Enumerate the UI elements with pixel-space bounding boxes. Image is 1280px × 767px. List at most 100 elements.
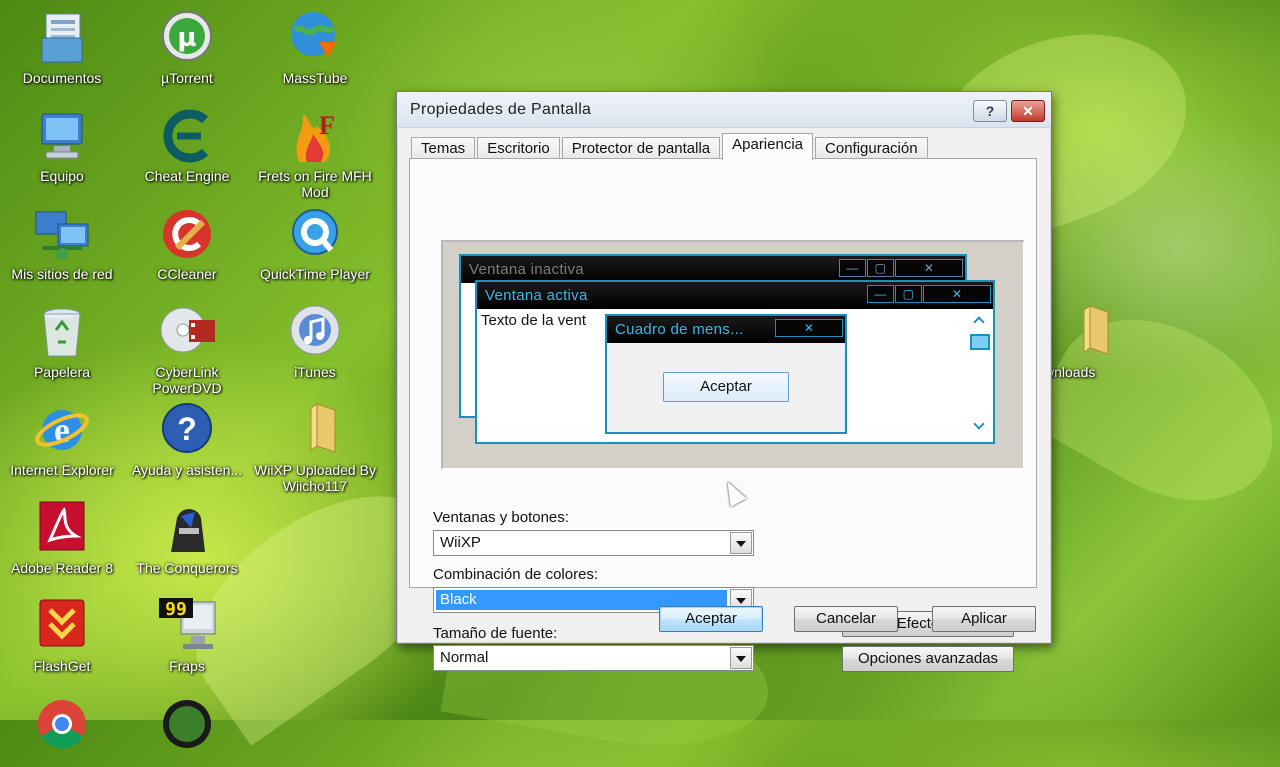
- minimize-icon: —: [867, 285, 894, 303]
- preview-scrollbar: [969, 312, 991, 438]
- network-places-icon: [32, 204, 92, 264]
- cheat-engine-icon: [157, 106, 217, 166]
- preview-message-buttons: ✕: [774, 319, 843, 337]
- advanced-options-button[interactable]: Opciones avanzadas: [842, 646, 1014, 672]
- desktop-icon-adobe-reader[interactable]: Adobe Reader 8: [0, 498, 124, 576]
- scroll-down-icon: [973, 418, 985, 430]
- desktop-icon-utorrent[interactable]: µ µTorrent: [125, 8, 249, 86]
- desktop-icon-label: Ayuda y asisten...: [131, 462, 243, 478]
- close-icon: ✕: [923, 285, 991, 303]
- desktop-icon-label: Cheat Engine: [144, 168, 230, 184]
- desktop-icon-label: Frets on Fire MFH Mod: [258, 168, 372, 200]
- close-icon: ✕: [895, 259, 963, 277]
- preview-active-buttons: — ▢ ✕: [866, 285, 991, 303]
- desktop-icon-label: MassTube: [282, 70, 348, 86]
- font-size-label: Tamaño de fuente:: [433, 625, 558, 642]
- chrome-icon: [32, 694, 92, 754]
- dialog-title: Propiedades de Pantalla: [410, 101, 592, 118]
- desktop-icon-label: Papelera: [33, 364, 91, 380]
- desktop-icon-label: FlashGet: [33, 658, 91, 674]
- desktop-icon-ayuda[interactable]: ? Ayuda y asisten...: [125, 400, 249, 478]
- apply-button[interactable]: Aplicar: [932, 606, 1036, 632]
- desktop-icon-label: wnloads: [1044, 364, 1096, 380]
- downloads-folder-icon: [1058, 302, 1118, 362]
- desktop-icon-fraps[interactable]: 99 Fraps: [125, 596, 249, 674]
- tab-apariencia[interactable]: Apariencia: [722, 133, 814, 160]
- game-globe-icon: [157, 694, 217, 754]
- preview-inactive-buttons: — ▢ ✕: [838, 259, 963, 277]
- desktop-icon-powerdvd[interactable]: CyberLink PowerDVD: [125, 302, 249, 396]
- ccleaner-icon: [157, 204, 217, 264]
- desktop-icon-quicktime[interactable]: QuickTime Player: [253, 204, 377, 282]
- chevron-down-icon[interactable]: [730, 647, 752, 669]
- desktop-icon-label: Equipo: [40, 168, 84, 184]
- help-button[interactable]: ?: [973, 100, 1007, 122]
- close-button[interactable]: ✕: [1011, 100, 1045, 122]
- desktop-icon-label: iTunes: [294, 364, 336, 380]
- desktop-icon-internet-explorer[interactable]: e Internet Explorer: [0, 400, 124, 478]
- font-size-select[interactable]: Normal: [433, 645, 754, 671]
- preview-message-title: Cuadro de mens...: [615, 321, 744, 338]
- preview-active-title: Ventana activa: [485, 287, 588, 304]
- desktop-icon-label: CyberLink PowerDVD: [152, 364, 222, 396]
- desktop-icon-the-conquerors[interactable]: The Conquerors: [125, 498, 249, 576]
- windows-buttons-select[interactable]: WiiXP: [433, 530, 754, 556]
- cancel-button[interactable]: Cancelar: [794, 606, 898, 632]
- display-properties-dialog: Propiedades de Pantalla ? ✕ Temas Escrit…: [396, 91, 1052, 672]
- tab-escritorio[interactable]: Escritorio: [477, 137, 560, 159]
- desktop-icon-downloads[interactable]: wnloads: [1040, 302, 1136, 380]
- desktop-icon-wiixp-folder[interactable]: WiiXP Uploaded By Wiicho117: [253, 400, 377, 494]
- preview-message-ok-button: Aceptar: [663, 372, 789, 402]
- tab-temas[interactable]: Temas: [411, 137, 476, 159]
- appearance-panel: Ventana inactiva — ▢ ✕ Ventana activa — …: [409, 158, 1037, 672]
- tab-configuracion[interactable]: Configuración: [815, 137, 928, 159]
- flashget-icon: [32, 596, 92, 656]
- desktop-icon-label: Adobe Reader 8: [11, 560, 113, 576]
- desktop-icon-documentos[interactable]: Documentos: [0, 8, 124, 86]
- appearance-preview: Ventana inactiva — ▢ ✕ Ventana activa — …: [441, 240, 1025, 470]
- help-icon: ?: [157, 400, 217, 460]
- tab-protector-de-pantalla[interactable]: Protector de pantalla: [561, 137, 721, 159]
- svg-text:µ: µ: [177, 23, 196, 53]
- chevron-down-icon[interactable]: [730, 532, 752, 554]
- itunes-icon: [285, 302, 345, 362]
- desktop-icon-mis-sitios-de-red[interactable]: Mis sitios de red: [0, 204, 124, 282]
- desktop-icon-masstube[interactable]: MassTube: [253, 8, 377, 86]
- preview-inactive-title: Ventana inactiva: [469, 261, 584, 278]
- desktop-icon-flashget[interactable]: FlashGet: [0, 596, 124, 674]
- maximize-icon: ▢: [867, 259, 894, 277]
- desktop-icon-label: µTorrent: [161, 70, 213, 86]
- desktop-icon-frets-on-fire[interactable]: F Frets on Fire MFH Mod: [253, 106, 377, 200]
- desktop-icon-equipo[interactable]: Equipo: [0, 106, 124, 184]
- utorrent-icon: µ: [157, 8, 217, 68]
- svg-text:?: ?: [177, 411, 197, 447]
- folder-icon: [285, 400, 345, 460]
- preview-window-text: Texto de la vent: [481, 312, 587, 329]
- internet-explorer-icon: e: [32, 400, 92, 460]
- desktop-icon-papelera[interactable]: Papelera: [0, 302, 124, 380]
- desktop-icon-label: The Conquerors: [136, 560, 238, 576]
- desktop-icon-label: Mis sitios de red: [11, 266, 113, 282]
- ok-button[interactable]: Aceptar: [659, 606, 763, 632]
- desktop-icon-label: CCleaner: [157, 266, 217, 282]
- scroll-thumb: [970, 334, 990, 350]
- desktop-icon-label: Internet Explorer: [10, 462, 114, 478]
- powerdvd-icon: [157, 302, 217, 362]
- masstube-globe-icon: [285, 8, 345, 68]
- windows-buttons-value: WiiXP: [440, 534, 481, 551]
- desktop-icon-itunes[interactable]: iTunes: [253, 302, 377, 380]
- computer-icon: [32, 106, 92, 166]
- windows-buttons-label: Ventanas y botones:: [433, 509, 569, 526]
- preview-message-titlebar: Cuadro de mens... ✕: [607, 316, 845, 343]
- desktop-icon-ccleaner[interactable]: CCleaner: [125, 204, 249, 282]
- desktop-icon-aoe-partial[interactable]: [125, 694, 249, 756]
- desktop-icon-chrome-partial[interactable]: [0, 694, 124, 756]
- desktop-icon-label: QuickTime Player: [260, 266, 370, 282]
- preview-inactive-titlebar: Ventana inactiva — ▢ ✕: [461, 256, 965, 283]
- quicktime-icon: [285, 204, 345, 264]
- svg-text:F: F: [319, 111, 335, 140]
- desktop-icon-cheat-engine[interactable]: Cheat Engine: [125, 106, 249, 184]
- dialog-titlebar[interactable]: Propiedades de Pantalla ? ✕: [397, 92, 1051, 128]
- close-icon: ✕: [775, 319, 843, 337]
- tab-bar: Temas Escritorio Protector de pantalla A…: [411, 133, 930, 160]
